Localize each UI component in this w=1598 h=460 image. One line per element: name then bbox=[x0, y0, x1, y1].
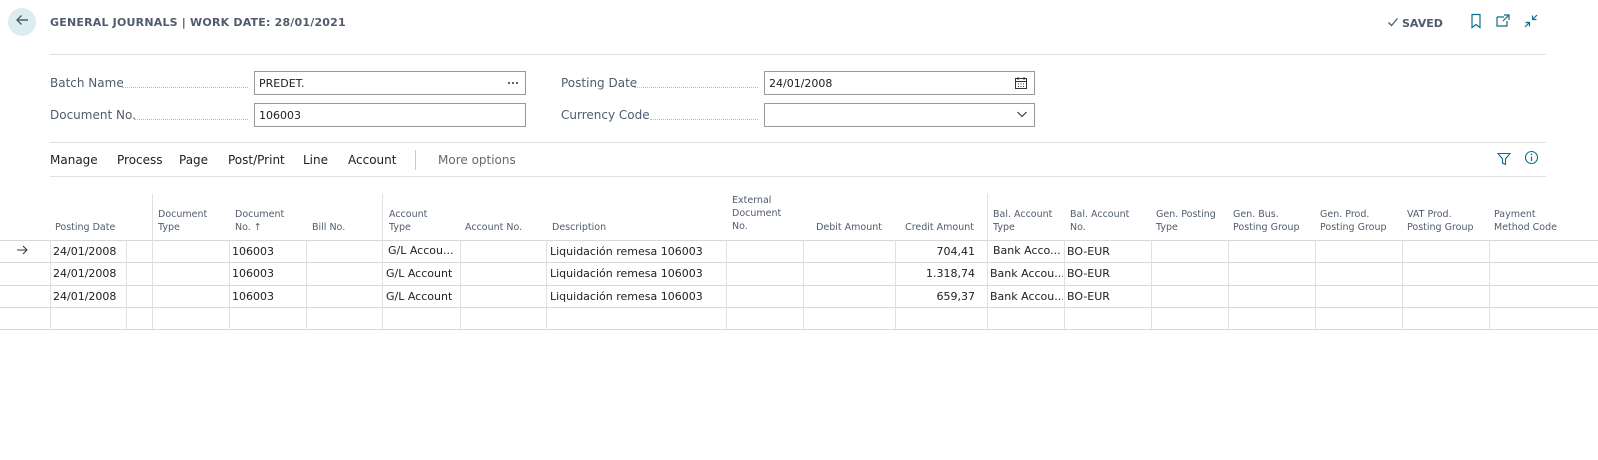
document-no-value: 106003 bbox=[259, 109, 301, 122]
info-icon bbox=[1524, 150, 1539, 169]
posting-date-leader bbox=[634, 87, 758, 88]
grid-line bbox=[382, 194, 383, 240]
col-document-no[interactable]: Document No. ↑ bbox=[235, 208, 284, 234]
chevron-down-icon bbox=[1016, 108, 1028, 120]
col-bill-no[interactable]: Bill No. bbox=[312, 221, 345, 234]
document-no-label: Document No. bbox=[50, 108, 136, 122]
table-row-empty[interactable] bbox=[50, 308, 1598, 329]
col-account-type[interactable]: Account Type bbox=[389, 208, 427, 234]
cell-posting-date[interactable]: 24/01/2008 bbox=[53, 245, 116, 258]
grid-line bbox=[0, 240, 1598, 241]
currency-code-label: Currency Code bbox=[561, 108, 650, 122]
current-row-arrow-icon bbox=[16, 244, 28, 259]
action-bar-top-divider bbox=[50, 142, 1546, 143]
cell-account-type[interactable]: G/L Account bbox=[386, 290, 458, 303]
action-separator bbox=[415, 150, 416, 170]
batch-name-value: PREDET. bbox=[259, 77, 305, 90]
back-button[interactable] bbox=[8, 8, 36, 36]
batch-name-leader bbox=[122, 87, 248, 88]
col-bal-account-type[interactable]: Bal. Account Type bbox=[993, 208, 1052, 234]
back-arrow-icon bbox=[14, 12, 30, 32]
more-lookup-icon[interactable] bbox=[507, 76, 519, 88]
col-gen-bus-posting-group[interactable]: Gen. Bus. Posting Group bbox=[1233, 208, 1300, 234]
batch-name-field[interactable]: PREDET. bbox=[254, 71, 526, 95]
cell-posting-date[interactable]: 24/01/2008 bbox=[53, 290, 116, 303]
cell-bal-account-type[interactable]: Bank Acco... bbox=[993, 244, 1063, 257]
open-new-window-button[interactable] bbox=[1495, 13, 1511, 33]
col-gen-posting-type[interactable]: Gen. Posting Type bbox=[1156, 208, 1216, 234]
cell-document-no[interactable]: 106003 bbox=[232, 267, 274, 280]
col-vat-prod-posting-group[interactable]: VAT Prod. Posting Group bbox=[1407, 208, 1474, 234]
posting-date-value: 24/01/2008 bbox=[769, 77, 833, 90]
posting-date-field[interactable]: 24/01/2008 bbox=[764, 71, 1035, 95]
check-icon bbox=[1387, 16, 1399, 31]
col-debit-amount[interactable]: Debit Amount bbox=[808, 221, 882, 234]
cell-document-no[interactable]: 106003 bbox=[232, 290, 274, 303]
col-description[interactable]: Description bbox=[552, 221, 606, 234]
grid-line bbox=[0, 285, 1598, 286]
saved-label: SAVED bbox=[1402, 17, 1443, 30]
currency-code-leader bbox=[650, 119, 758, 120]
header-divider bbox=[50, 54, 1546, 55]
cell-credit-amount[interactable]: 1.318,74 bbox=[898, 267, 975, 280]
cell-description[interactable]: Liquidación remesa 106003 bbox=[550, 290, 703, 303]
col-bal-account-no[interactable]: Bal. Account No. bbox=[1070, 208, 1129, 234]
batch-name-label: Batch Name bbox=[50, 76, 124, 90]
col-posting-date[interactable]: Posting Date bbox=[55, 221, 115, 234]
action-page[interactable]: Page bbox=[179, 153, 208, 167]
col-account-no[interactable]: Account No. bbox=[465, 221, 522, 234]
action-process[interactable]: Process bbox=[117, 153, 163, 167]
open-new-window-icon bbox=[1495, 13, 1511, 33]
page-title: GENERAL JOURNALS | WORK DATE: 28/01/2021 bbox=[50, 16, 346, 29]
grid-line bbox=[152, 194, 153, 240]
cell-credit-amount[interactable]: 704,41 bbox=[898, 245, 976, 258]
filter-icon bbox=[1496, 151, 1512, 170]
bookmark-icon bbox=[1469, 13, 1483, 33]
collapse-icon bbox=[1523, 13, 1539, 33]
cell-document-no[interactable]: 106003 bbox=[232, 245, 274, 258]
cell-bal-account-no[interactable]: BO-EUR bbox=[1067, 267, 1110, 280]
cell-description[interactable]: Liquidación remesa 106003 bbox=[550, 267, 703, 280]
col-credit-amount[interactable]: Credit Amount bbox=[899, 221, 974, 234]
cell-account-type[interactable]: G/L Account bbox=[386, 267, 458, 280]
saved-status: SAVED bbox=[1387, 16, 1443, 31]
col-document-type[interactable]: Document Type bbox=[158, 208, 207, 234]
posting-date-label: Posting Date bbox=[561, 76, 638, 90]
action-more-options[interactable]: More options bbox=[438, 153, 516, 167]
action-post-print[interactable]: Post/Print bbox=[228, 153, 285, 167]
cell-bal-account-type[interactable]: Bank Accou... bbox=[990, 267, 1063, 280]
action-account[interactable]: Account bbox=[348, 153, 396, 167]
action-line[interactable]: Line bbox=[303, 153, 328, 167]
col-gen-prod-posting-group[interactable]: Gen. Prod. Posting Group bbox=[1320, 208, 1387, 234]
col-external-document-no[interactable]: External Document No. bbox=[732, 194, 781, 233]
col-payment-method-code[interactable]: Payment Method Code bbox=[1494, 208, 1557, 234]
currency-code-select[interactable] bbox=[764, 103, 1035, 127]
cell-account-type[interactable]: G/L Accou... bbox=[388, 244, 458, 257]
filter-button[interactable] bbox=[1496, 152, 1512, 168]
bookmark-button[interactable] bbox=[1468, 13, 1484, 33]
document-no-field[interactable]: 106003 bbox=[254, 103, 526, 127]
collapse-button[interactable] bbox=[1523, 13, 1539, 33]
grid-line bbox=[0, 262, 1598, 263]
cell-credit-amount[interactable]: 659,37 bbox=[898, 290, 976, 303]
info-button[interactable] bbox=[1523, 150, 1539, 169]
cell-posting-date[interactable]: 24/01/2008 bbox=[53, 267, 116, 280]
cell-bal-account-no[interactable]: BO-EUR bbox=[1067, 245, 1110, 258]
action-manage[interactable]: Manage bbox=[50, 153, 98, 167]
cell-bal-account-type[interactable]: Bank Accou... bbox=[990, 290, 1063, 303]
calendar-icon[interactable] bbox=[1014, 76, 1028, 90]
grid-line bbox=[987, 194, 988, 240]
grid-line bbox=[0, 329, 1598, 330]
action-bar-bottom-divider bbox=[50, 176, 1546, 177]
document-no-leader bbox=[134, 119, 248, 120]
cell-bal-account-no[interactable]: BO-EUR bbox=[1067, 290, 1110, 303]
cell-description[interactable]: Liquidación remesa 106003 bbox=[550, 245, 703, 258]
